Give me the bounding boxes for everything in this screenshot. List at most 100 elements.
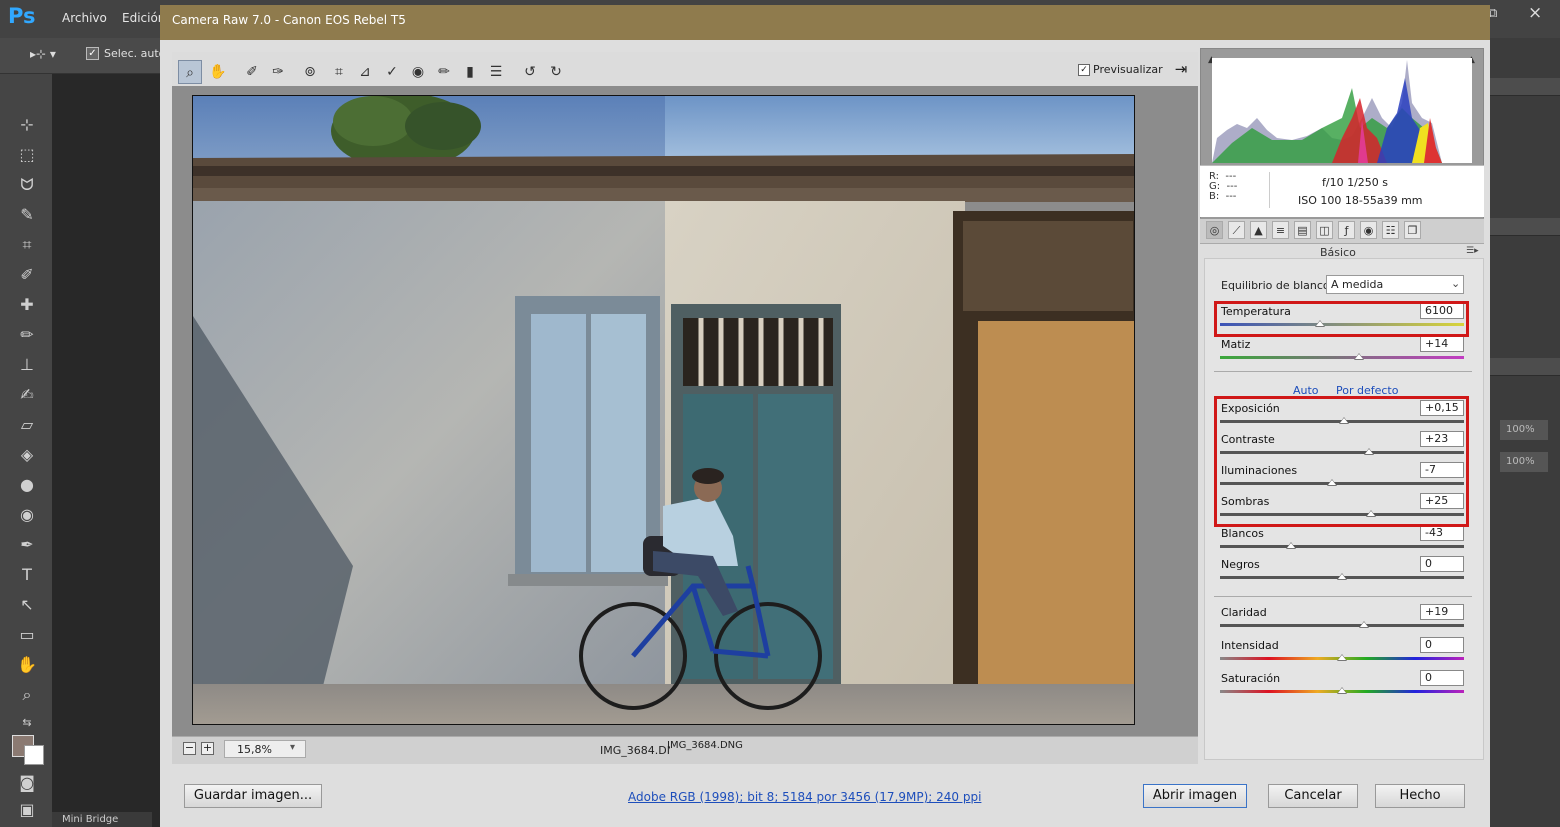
highlight-box: [1214, 396, 1469, 527]
shape-icon[interactable]: ▭: [14, 624, 40, 646]
filename-label-overlay: IMG_3684.DNG: [667, 740, 743, 751]
chevron-down-icon[interactable]: ▾: [290, 742, 295, 753]
zoom-out-button[interactable]: −: [183, 742, 196, 755]
graduated-filter-icon[interactable]: ▮: [458, 60, 482, 84]
red-eye-icon[interactable]: ◉: [406, 60, 430, 84]
eyedropper-icon[interactable]: ✐: [14, 264, 40, 286]
pen-icon[interactable]: ✒: [14, 534, 40, 556]
open-image-button[interactable]: Abrir imagen: [1143, 784, 1247, 808]
color-sampler-icon[interactable]: ✑: [266, 60, 290, 84]
slider-thumb[interactable]: [1337, 654, 1347, 661]
blur-icon[interactable]: ●: [14, 474, 40, 496]
save-image-button[interactable]: Guardar imagen...: [184, 784, 322, 808]
brush-icon[interactable]: ✏: [14, 324, 40, 346]
straighten-icon[interactable]: ⊿: [353, 60, 377, 84]
zoom-in-button[interactable]: +: [201, 742, 214, 755]
marquee-icon[interactable]: ⬚: [14, 144, 40, 166]
slider-label: Matiz: [1221, 338, 1251, 351]
history-brush-icon[interactable]: ✍: [14, 384, 40, 406]
slider-value-field[interactable]: 0: [1420, 556, 1464, 572]
slider-value-field[interactable]: 0: [1420, 637, 1464, 653]
target-adjust-icon[interactable]: ⊚: [298, 60, 322, 84]
done-button[interactable]: Hecho: [1375, 784, 1465, 808]
lens-icon[interactable]: ◫: [1316, 221, 1333, 239]
photoshop-logo: Ps: [8, 4, 36, 28]
chevron-down-icon[interactable]: ⌄: [1451, 277, 1460, 290]
swap-colors-icon[interactable]: ⇆: [14, 712, 40, 734]
slider-thumb[interactable]: [1337, 687, 1347, 694]
move-tool-icon[interactable]: ▸⊹ ▾: [30, 47, 56, 61]
basic-icon[interactable]: ◎: [1206, 221, 1223, 239]
bucket-icon[interactable]: ◈: [14, 444, 40, 466]
detail-icon[interactable]: ▲: [1250, 221, 1267, 239]
slider-thumb[interactable]: [1285, 542, 1296, 549]
slider-value-field[interactable]: -43: [1420, 525, 1464, 541]
fx-icon[interactable]: ƒ: [1338, 221, 1355, 239]
dodge-icon[interactable]: ◉: [14, 504, 40, 526]
zoom-icon[interactable]: ⌕: [178, 60, 202, 84]
minibridge-tab[interactable]: Mini Bridge: [52, 812, 152, 827]
snapshots-icon[interactable]: ❐: [1404, 221, 1421, 239]
slider-track[interactable]: [1220, 356, 1464, 359]
move-icon[interactable]: ⊹: [14, 114, 40, 136]
filename-label: IMG_3684.DNG: [600, 744, 670, 757]
healing-icon[interactable]: ✚: [14, 294, 40, 316]
slider-value-field[interactable]: 0: [1420, 670, 1464, 686]
panel-menu-icon[interactable]: ☰▸: [1466, 246, 1479, 256]
slider-value-field[interactable]: +14: [1420, 336, 1464, 352]
panel-header[interactable]: [1490, 78, 1560, 96]
stamp-icon[interactable]: ⊥: [14, 354, 40, 376]
split-toning-icon[interactable]: ▤: [1294, 221, 1311, 239]
rotate-left-icon[interactable]: ↺: [518, 60, 542, 84]
slider-label: Intensidad: [1221, 639, 1279, 652]
iso-focal-length: ISO 100 18-55a39 mm: [1298, 194, 1423, 207]
slider-track[interactable]: [1220, 624, 1464, 627]
tone-curve-icon[interactable]: ⟋: [1228, 221, 1245, 239]
rotate-right-icon[interactable]: ↻: [544, 60, 568, 84]
panel-header[interactable]: [1490, 358, 1560, 376]
eraser-icon[interactable]: ▱: [14, 414, 40, 436]
hand-icon[interactable]: ✋: [206, 60, 230, 84]
menu-archivo[interactable]: Archivo: [62, 11, 107, 25]
adjustment-brush-icon[interactable]: ✏: [432, 60, 456, 84]
slider-thumb[interactable]: [1358, 621, 1369, 628]
hsl-icon[interactable]: ≡: [1272, 221, 1289, 239]
preview-checkbox[interactable]: ✓: [1078, 64, 1090, 76]
screen-mode-icon[interactable]: ▣: [14, 799, 40, 821]
crop-tool-icon[interactable]: ⌗: [14, 234, 40, 256]
spot-removal-icon[interactable]: ✓: [380, 60, 404, 84]
hand-tool-icon[interactable]: ✋: [14, 654, 40, 676]
divider: [1269, 172, 1270, 208]
fullscreen-icon[interactable]: ⇥: [1170, 59, 1192, 79]
white-balance-icon[interactable]: ✐: [240, 60, 264, 84]
slider-value-field[interactable]: +19: [1420, 604, 1464, 620]
menu-edicion[interactable]: Edición: [122, 11, 160, 25]
slider-label: Negros: [1221, 558, 1260, 571]
photo-preview[interactable]: [192, 95, 1135, 725]
crop-icon[interactable]: ⌗: [327, 60, 351, 84]
document-area: [52, 74, 160, 827]
presets-icon[interactable]: ☷: [1382, 221, 1399, 239]
slider-thumb[interactable]: [1354, 353, 1365, 360]
zoom-tool-icon[interactable]: ⌕: [14, 684, 40, 706]
lasso-icon[interactable]: ᗢ: [14, 174, 40, 196]
background-color-swatch[interactable]: [24, 745, 44, 765]
path-select-icon[interactable]: ↖: [14, 594, 40, 616]
workflow-options-link[interactable]: Adobe RGB (1998); bit 8; 5184 por 3456 (…: [628, 790, 981, 804]
slider-thumb[interactable]: [1337, 573, 1347, 580]
quick-mask-icon[interactable]: ◙: [14, 772, 40, 794]
panel-header[interactable]: [1490, 218, 1560, 236]
white-balance-select[interactable]: A medida: [1326, 275, 1464, 294]
auto-select-checkbox[interactable]: ✓: [86, 47, 99, 60]
divider: [1214, 596, 1472, 597]
type-icon[interactable]: T: [14, 564, 40, 586]
quick-select-icon[interactable]: ✎: [14, 204, 40, 226]
camera-calibration-icon[interactable]: ◉: [1360, 221, 1377, 239]
fill-field[interactable]: 100%: [1500, 452, 1548, 472]
cancel-button[interactable]: Cancelar: [1268, 784, 1358, 808]
close-icon[interactable]: ×: [1528, 3, 1542, 23]
slider-track[interactable]: [1220, 545, 1464, 548]
opacity-field[interactable]: 100%: [1500, 420, 1548, 440]
highlight-box: [1214, 301, 1469, 337]
preferences-icon[interactable]: ☰: [484, 60, 508, 84]
